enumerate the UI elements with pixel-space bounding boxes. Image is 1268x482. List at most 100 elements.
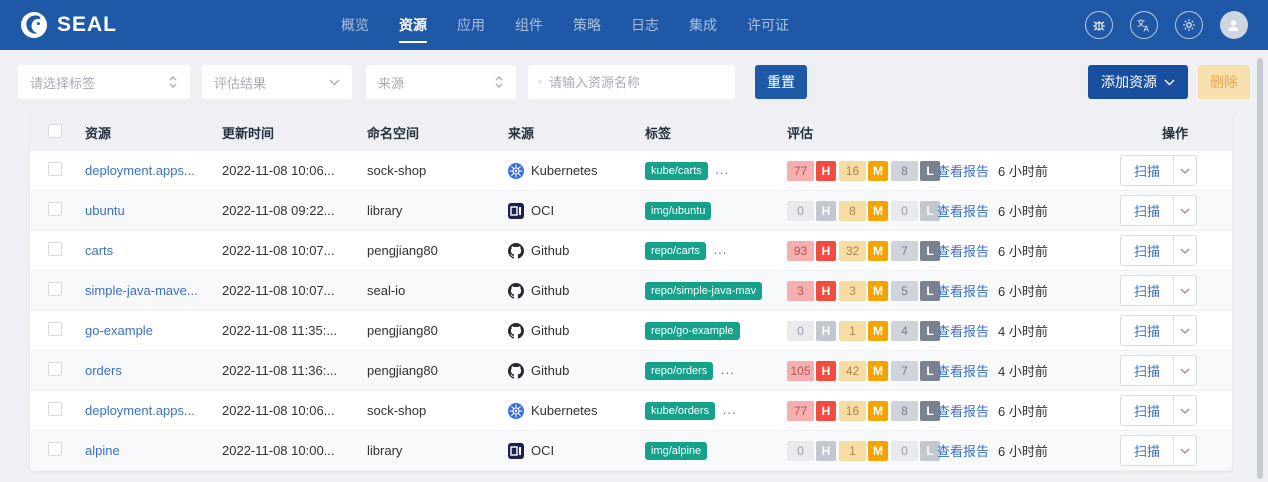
column-header-operations[interactable]: 操作 — [1120, 123, 1232, 142]
scan-dropdown-button[interactable] — [1174, 276, 1196, 305]
row-checkbox[interactable] — [48, 162, 62, 176]
scan-dropdown-button[interactable] — [1174, 196, 1196, 225]
scan-split-button: 扫描 — [1120, 235, 1197, 266]
scan-dropdown-button[interactable] — [1174, 356, 1196, 385]
resource-search-input[interactable] — [549, 74, 725, 90]
scan-button[interactable]: 扫描 — [1121, 236, 1175, 265]
resource-name-link[interactable]: go-example — [85, 323, 153, 338]
nav-item[interactable]: 概览 — [341, 0, 369, 50]
chevron-down-icon — [1180, 408, 1190, 414]
scan-button[interactable]: 扫描 — [1121, 396, 1175, 425]
namespace: seal-io — [367, 283, 406, 298]
nav-item[interactable]: 许可证 — [747, 0, 789, 50]
view-report-link[interactable]: 查看报告 — [937, 241, 989, 260]
resource-name-link[interactable]: ubuntu — [85, 203, 125, 218]
nav-item[interactable]: 资源 — [399, 0, 427, 50]
column-header-updated[interactable]: 更新时间 — [222, 123, 367, 142]
view-report-link[interactable]: 查看报告 — [937, 401, 989, 420]
tag-badge[interactable]: kube/orders — [645, 401, 716, 420]
nav-item[interactable]: 策略 — [573, 0, 601, 50]
scan-button[interactable]: 扫描 — [1121, 436, 1175, 465]
tag-badge[interactable]: repo/go-example — [645, 321, 740, 340]
updated-time: 2022-11-08 10:07... — [222, 243, 335, 258]
high-count: 3 — [787, 280, 814, 301]
nav-item[interactable]: 组件 — [515, 0, 543, 50]
view-report-link[interactable]: 查看报告 — [937, 441, 989, 460]
tag-badge[interactable]: kube/carts — [645, 161, 708, 180]
resource-name-link[interactable]: deployment.apps... — [85, 403, 195, 418]
resource-name-link[interactable]: orders — [85, 363, 122, 378]
scan-relative-time: 6 小时前 — [998, 284, 1048, 299]
scan-button[interactable]: 扫描 — [1121, 156, 1175, 185]
row-checkbox[interactable] — [48, 242, 62, 256]
tag-badge[interactable]: img/alpine — [645, 441, 708, 460]
chevron-down-icon — [1180, 248, 1190, 254]
medium-count: 8 — [839, 200, 866, 221]
source-filter-select[interactable]: 来源 — [366, 65, 516, 99]
column-header-assessment[interactable]: 评估 — [787, 123, 1120, 142]
tag-badge[interactable]: repo/simple-java-mav — [645, 281, 763, 300]
source-label: OCI — [531, 443, 555, 458]
reset-button[interactable]: 重置 — [755, 65, 807, 99]
scan-dropdown-button[interactable] — [1174, 156, 1196, 185]
row-checkbox[interactable] — [48, 362, 62, 376]
updown-caret-icon — [495, 76, 503, 88]
scan-button[interactable]: 扫描 — [1121, 316, 1175, 345]
nav-item[interactable]: 日志 — [631, 0, 659, 50]
medium-label: M — [868, 440, 888, 461]
language-translate-icon[interactable]: 文 A — [1129, 11, 1158, 39]
column-header-resource[interactable]: 资源 — [85, 123, 222, 142]
column-header-tags[interactable]: 标签 — [645, 123, 787, 142]
row-checkbox[interactable] — [48, 282, 62, 296]
source-label: Github — [531, 323, 570, 338]
bug-report-icon[interactable] — [1084, 11, 1113, 39]
nav-item[interactable]: 集成 — [689, 0, 717, 50]
tag-more-ellipsis: ... — [722, 401, 737, 417]
scan-dropdown-button[interactable] — [1174, 316, 1196, 345]
resource-name-link[interactable]: carts — [85, 243, 113, 258]
low-count: 8 — [891, 400, 918, 421]
updated-time: 2022-11-08 11:35:... — [222, 323, 338, 338]
high-severity-badge: 93 H — [787, 240, 836, 261]
view-report-link[interactable]: 查看报告 — [937, 281, 989, 300]
row-checkbox[interactable] — [48, 322, 62, 336]
low-severity-badge: 4L — [891, 320, 940, 341]
scan-dropdown-button[interactable] — [1174, 236, 1196, 265]
scan-dropdown-button[interactable] — [1174, 396, 1196, 425]
delete-button[interactable]: 删除 — [1198, 65, 1250, 99]
view-report-link[interactable]: 查看报告 — [937, 201, 989, 220]
row-checkbox[interactable] — [48, 402, 62, 416]
nav-item[interactable]: 应用 — [457, 0, 485, 50]
low-severity-badge: 5L — [891, 280, 940, 301]
view-report-link[interactable]: 查看报告 — [937, 161, 989, 180]
settings-gear-icon[interactable] — [1174, 11, 1203, 39]
resource-name-link[interactable]: alpine — [85, 443, 120, 458]
column-header-namespace[interactable]: 命名空间 — [367, 123, 508, 142]
column-header-source[interactable]: 来源 — [508, 123, 645, 142]
severity-badges: 0H 1M 4L — [787, 320, 940, 341]
tag-badge[interactable]: img/ubuntu — [645, 201, 712, 220]
scan-dropdown-button[interactable] — [1174, 436, 1196, 465]
add-resource-button[interactable]: 添加资源 — [1088, 65, 1188, 99]
resource-name-link[interactable]: deployment.apps... — [85, 163, 195, 178]
select-all-checkbox[interactable] — [48, 123, 62, 138]
filter-toolbar: 请选择标签 评估结果 来源 重置 添加资源 删除 — [0, 50, 1268, 113]
row-checkbox[interactable] — [48, 442, 62, 456]
resource-name-link[interactable]: simple-java-mave... — [85, 283, 198, 298]
namespace: sock-shop — [367, 403, 427, 418]
tag-badge[interactable]: repo/orders — [645, 361, 714, 380]
tag-filter-select[interactable]: 请选择标签 — [18, 65, 190, 99]
user-avatar[interactable] — [1219, 11, 1248, 39]
scan-button[interactable]: 扫描 — [1121, 276, 1175, 305]
row-checkbox[interactable] — [48, 202, 62, 216]
vertical-scrollbar[interactable] — [1257, 58, 1263, 479]
medium-severity-badge: 42 M — [839, 360, 888, 381]
tag-badge[interactable]: repo/carts — [645, 241, 706, 260]
view-report-link[interactable]: 查看报告 — [937, 321, 989, 340]
high-severity-badge: 0H — [787, 320, 836, 341]
high-label: H — [816, 280, 836, 301]
scan-button[interactable]: 扫描 — [1121, 356, 1175, 385]
scan-button[interactable]: 扫描 — [1121, 196, 1175, 225]
view-report-link[interactable]: 查看报告 — [937, 361, 989, 380]
result-filter-select[interactable]: 评估结果 — [202, 65, 352, 99]
